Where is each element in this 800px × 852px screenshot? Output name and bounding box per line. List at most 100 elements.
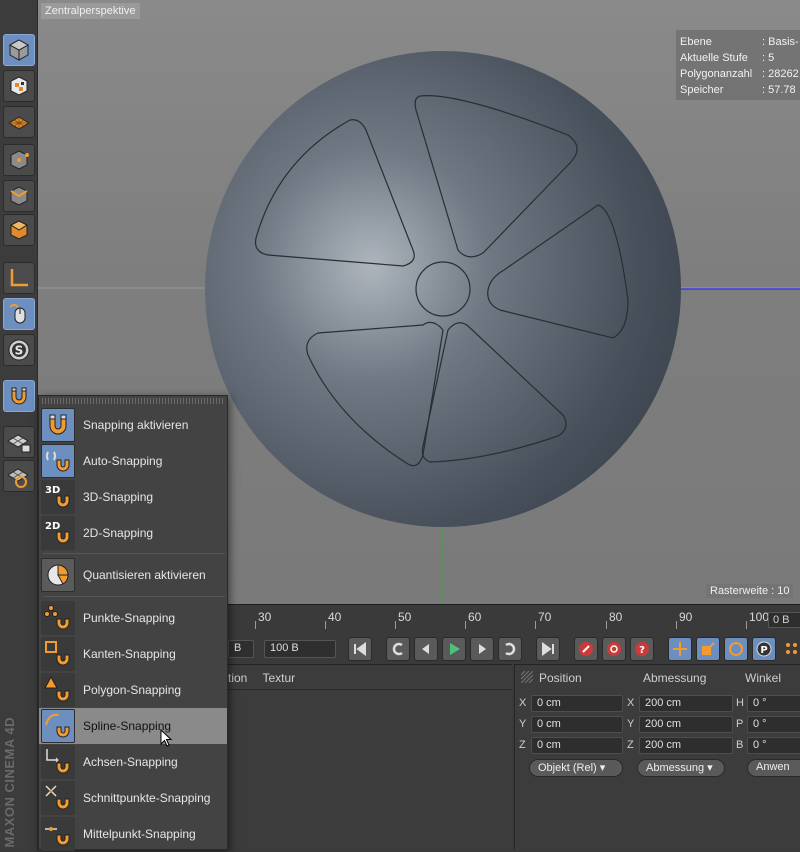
menu-item-point-snapping[interactable]: Punkte-Snapping — [39, 600, 227, 636]
sphere-model — [205, 51, 681, 527]
polygon-mode-icon[interactable] — [3, 214, 35, 246]
apply-button[interactable]: Anwen — [747, 759, 800, 777]
menu-item-intersection-snapping[interactable]: Schnittpunkte-Snapping — [39, 780, 227, 816]
position-y-field[interactable]: 0 cm — [531, 716, 623, 733]
keyframe-selection-icon[interactable]: ? — [630, 637, 654, 661]
menu-item-spline-snapping[interactable]: Spline-Snapping — [39, 708, 227, 744]
workplane-grid-icon[interactable] — [3, 460, 35, 492]
texture-checker-icon[interactable] — [3, 70, 35, 102]
hud-key: Ebene — [680, 36, 712, 48]
mouse-tweak-icon[interactable] — [3, 298, 35, 330]
hud-key: Speicher — [680, 84, 724, 96]
tick-label: 50 — [398, 610, 412, 624]
hud-key: Aktuelle Stufe — [680, 52, 748, 64]
play-icon[interactable] — [442, 637, 466, 661]
spline-snap-icon — [41, 709, 75, 743]
rotate-tool-icon[interactable] — [724, 637, 748, 661]
menu-item-label: Polygon-Snapping — [83, 683, 182, 697]
prev-key-icon[interactable] — [386, 637, 410, 661]
cube-model-icon[interactable] — [3, 34, 35, 66]
menu-item-3d-snapping[interactable]: 3D 3D-Snapping — [39, 479, 227, 515]
axis-label: X — [519, 697, 527, 709]
menu-item-label: Snapping aktivieren — [83, 418, 189, 432]
menu-item-label: 2D-Snapping — [83, 526, 154, 540]
max-frame-field[interactable]: 100 B — [264, 640, 336, 658]
size-mode-select[interactable]: Abmessung ▾ — [637, 759, 725, 777]
axis-label: Y — [627, 718, 635, 730]
param-tool-icon[interactable]: P — [752, 637, 776, 661]
hud-value: : 28262 — [762, 68, 799, 80]
size-y-field[interactable]: 200 cm — [639, 716, 733, 733]
edge-mode-icon[interactable] — [3, 180, 35, 212]
menu-item-2d-snapping[interactable]: 2D 2D-Snapping — [39, 515, 227, 551]
floor-grid-icon[interactable] — [3, 106, 35, 138]
hud-value: : 5 — [762, 52, 775, 64]
go-to-start-icon[interactable] — [348, 637, 372, 661]
rotation-h-field[interactable]: 0 ° — [747, 695, 800, 712]
svg-text:3D: 3D — [45, 485, 60, 496]
tick-label: 80 — [609, 610, 623, 624]
svg-text:?: ? — [639, 645, 645, 656]
tick-label: 90 — [679, 610, 693, 624]
axis-icon[interactable] — [3, 262, 35, 294]
menu-item-auto-snapping[interactable]: Auto-Snapping — [39, 443, 227, 479]
coordinate-mode-select[interactable]: Objekt (Rel) ▾ — [529, 759, 623, 777]
point-snap-icon — [41, 601, 75, 635]
point-mode-icon[interactable] — [3, 144, 35, 176]
prev-frame-icon[interactable] — [414, 637, 438, 661]
viewport-title[interactable]: Zentralperspektive — [41, 3, 140, 19]
menu-item-midpoint-snapping[interactable]: Mittelpunkt-Snapping — [39, 816, 227, 852]
menu-item-axis-snapping[interactable]: Achsen-Snapping — [39, 744, 227, 780]
coordinate-mode-label: Objekt (Rel) — [538, 762, 597, 774]
move-tool-icon[interactable] — [668, 637, 692, 661]
position-header: Position — [539, 671, 582, 685]
snap-s-icon[interactable]: S — [3, 334, 35, 366]
snap-3d-icon: 3D — [41, 480, 75, 514]
rotation-b-field[interactable]: 0 ° — [747, 737, 800, 754]
grip-icon[interactable] — [521, 671, 533, 683]
min-frame-field[interactable]: B — [228, 640, 254, 658]
record-key-icon[interactable] — [574, 637, 598, 661]
scale-tool-icon[interactable] — [696, 637, 720, 661]
tick-label: 40 — [328, 610, 342, 624]
menu-item-snapping-enable[interactable]: Snapping aktivieren — [39, 407, 227, 443]
autokey-icon[interactable] — [602, 637, 626, 661]
menu-item-label: Punkte-Snapping — [83, 611, 176, 625]
tick-label: 30 — [258, 610, 272, 624]
menu-item-quantize[interactable]: Quantisieren aktivieren — [39, 557, 227, 593]
go-to-end-icon[interactable] — [536, 637, 560, 661]
header-col[interactable]: Textur — [262, 671, 295, 685]
size-mode-label: Abmessung — [646, 762, 705, 774]
left-toolbar: S MAXON CINEMA 4D — [0, 0, 38, 850]
magnet-snapping-icon[interactable] — [3, 380, 35, 412]
mouse-cursor-icon — [160, 729, 173, 747]
axis-label: B — [736, 739, 744, 751]
polygon-snap-icon — [41, 673, 75, 707]
next-key-icon[interactable] — [498, 637, 522, 661]
header-col[interactable]: tion — [228, 671, 247, 685]
hud-info-panel: Ebene : Basis- Aktuelle Stufe : 5 Polygona… — [676, 30, 800, 100]
size-x-field[interactable]: 200 cm — [639, 695, 733, 712]
position-z-field[interactable]: 0 cm — [531, 737, 623, 754]
menu-item-label: 3D-Snapping — [83, 490, 154, 504]
rotation-p-field[interactable]: 0 ° — [747, 716, 800, 733]
axis-label: H — [736, 697, 744, 709]
object-headers: tion Textur — [228, 671, 307, 685]
svg-text:S: S — [15, 344, 24, 358]
size-header: Abmessung — [643, 671, 707, 685]
hud-value: : Basis- — [762, 36, 799, 48]
size-z-field[interactable]: 200 cm — [639, 737, 733, 754]
current-frame-field[interactable]: 0 B — [768, 612, 800, 628]
position-x-field[interactable]: 0 cm — [531, 695, 623, 712]
next-frame-icon[interactable] — [470, 637, 494, 661]
intersection-snap-icon — [41, 781, 75, 815]
coordinates-manager: Position Abmessung Winkel X 0 cm X 200 c… — [514, 664, 800, 850]
ruler[interactable]: 30 40 50 60 70 80 90 100 — [228, 605, 798, 629]
menu-grip[interactable] — [42, 398, 224, 404]
more-dots-icon[interactable] — [780, 637, 800, 661]
menu-item-edge-snapping[interactable]: Kanten-Snapping — [39, 636, 227, 672]
hud-key: Polygonanzahl — [680, 68, 753, 80]
axis-label: Z — [519, 739, 526, 751]
menu-item-polygon-snapping[interactable]: Polygon-Snapping — [39, 672, 227, 708]
workplane-lock-icon[interactable] — [3, 426, 35, 458]
